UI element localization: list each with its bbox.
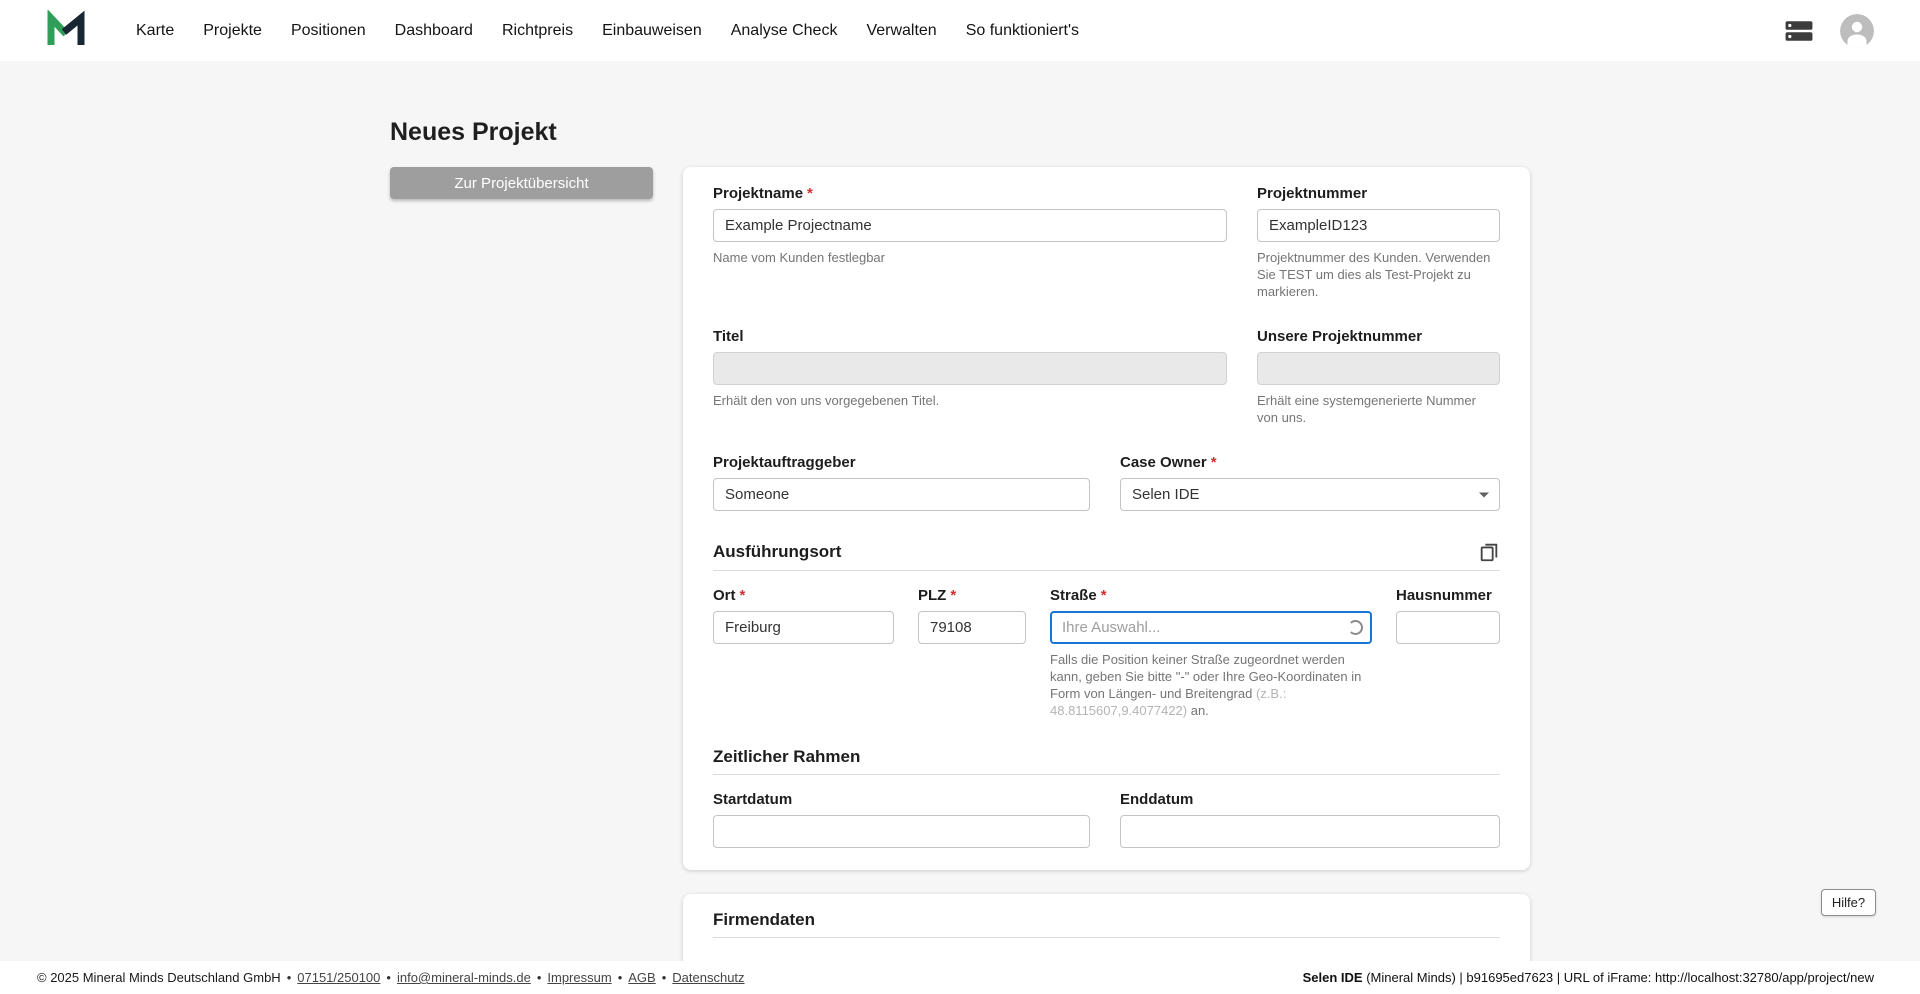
strasse-label: Straße*	[1050, 587, 1372, 604]
projektauftraggeber-input[interactable]	[713, 478, 1090, 511]
projektauftraggeber-label: Projektauftraggeber	[713, 454, 1090, 471]
enddatum-input[interactable]	[1120, 815, 1500, 848]
nav-item-projekte[interactable]: Projekte	[203, 22, 262, 40]
project-overview-button[interactable]: Zur Projektübersicht	[390, 167, 653, 199]
unsere-projektnummer-label: Unsere Projektnummer	[1257, 328, 1500, 345]
server-icon[interactable]	[1784, 20, 1814, 42]
unsere-projektnummer-helper: Erhält eine systemgenerierte Nummer von …	[1257, 392, 1500, 426]
required-asterisk: *	[740, 587, 746, 604]
footer-link-datenschutz[interactable]: Datenschutz	[672, 970, 744, 985]
required-asterisk: *	[950, 587, 956, 604]
footer-user: Selen IDE	[1303, 970, 1363, 985]
section-ausfuehrungsort: Ausführungsort	[713, 541, 1500, 571]
firmendaten-card: Firmendaten	[683, 894, 1530, 961]
section-zeitlicher-rahmen: Zeitlicher Rahmen	[713, 747, 1500, 775]
case-owner-value: Selen IDE	[1132, 486, 1200, 503]
footer: © 2025 Mineral Minds Deutschland GmbH • …	[0, 961, 1920, 994]
field-hausnummer: Hausnummer	[1396, 587, 1500, 719]
chevron-down-icon	[1479, 492, 1489, 497]
footer-link-email[interactable]: info@mineral-minds.de	[397, 970, 531, 985]
field-titel: Titel Erhält den von uns vorgegebenen Ti…	[713, 328, 1227, 426]
projektnummer-input[interactable]	[1257, 209, 1500, 242]
projektname-helper: Name vom Kunden festlegbar	[713, 249, 1227, 266]
loading-spinner-icon	[1348, 620, 1363, 635]
section-firmendaten: Firmendaten	[713, 910, 1500, 938]
nav-item-positionen[interactable]: Positionen	[291, 22, 366, 40]
case-owner-select[interactable]: Selen IDE	[1120, 478, 1500, 511]
footer-session-info: Selen IDE (Mineral Minds) | b91695ed7623…	[1303, 970, 1874, 985]
field-projektauftraggeber: Projektauftraggeber	[713, 454, 1090, 511]
required-asterisk: *	[1211, 454, 1217, 471]
section-title-ausfuehrungsort: Ausführungsort	[713, 542, 841, 562]
titel-label: Titel	[713, 328, 1227, 345]
copy-address-button[interactable]	[1478, 541, 1500, 563]
projektnummer-helper: Projektnummer des Kunden. Verwenden Sie …	[1257, 249, 1500, 300]
plz-label: PLZ*	[918, 587, 1026, 604]
nav-item-richtpreis[interactable]: Richtpreis	[502, 22, 573, 40]
footer-link-phone[interactable]: 07151/250100	[297, 970, 380, 985]
titel-input	[713, 352, 1227, 385]
field-enddatum: Enddatum	[1120, 791, 1500, 848]
enddatum-label: Enddatum	[1120, 791, 1500, 808]
strasse-input[interactable]	[1050, 611, 1372, 644]
nav-item-dashboard[interactable]: Dashboard	[395, 22, 473, 40]
case-owner-label: Case Owner*	[1120, 454, 1500, 471]
project-form-card: Projektname* Name vom Kunden festlegbar …	[683, 167, 1530, 870]
section-title-firmendaten: Firmendaten	[713, 910, 815, 930]
navbar: Karte Projekte Positionen Dashboard Rich…	[0, 0, 1920, 61]
field-startdatum: Startdatum	[713, 791, 1090, 848]
user-avatar[interactable]	[1840, 14, 1874, 48]
field-projektnummer: Projektnummer Projektnummer des Kunden. …	[1257, 185, 1500, 300]
titel-helper: Erhält den von uns vorgegebenen Titel.	[713, 392, 1227, 409]
nav-item-karte[interactable]: Karte	[136, 22, 174, 40]
ort-input[interactable]	[713, 611, 894, 644]
projektnummer-label: Projektnummer	[1257, 185, 1500, 202]
footer-link-impressum[interactable]: Impressum	[547, 970, 611, 985]
startdatum-label: Startdatum	[713, 791, 1090, 808]
plz-input[interactable]	[918, 611, 1026, 644]
footer-meta: (Mineral Minds) | b91695ed7623 | URL of …	[1363, 970, 1874, 985]
section-title-zeitlicher-rahmen: Zeitlicher Rahmen	[713, 747, 860, 767]
field-case-owner: Case Owner* Selen IDE	[1120, 454, 1500, 511]
footer-link-agb[interactable]: AGB	[628, 970, 655, 985]
app-logo[interactable]	[46, 10, 86, 52]
main-content: Neues Projekt Zur Projektübersicht Proje…	[0, 61, 1920, 961]
field-ort: Ort*	[713, 587, 894, 719]
required-asterisk: *	[807, 185, 813, 202]
required-asterisk: *	[1101, 587, 1107, 604]
copy-icon	[1478, 541, 1500, 563]
nav-item-verwalten[interactable]: Verwalten	[866, 22, 936, 40]
strasse-helper: Falls die Position keiner Straße zugeord…	[1050, 651, 1372, 719]
nav-item-einbauweisen[interactable]: Einbauweisen	[602, 22, 702, 40]
navbar-actions	[1784, 14, 1874, 48]
footer-separator: •	[287, 970, 292, 985]
footer-separator: •	[662, 970, 667, 985]
field-projektname: Projektname* Name vom Kunden festlegbar	[713, 185, 1227, 300]
footer-separator: •	[386, 970, 391, 985]
startdatum-input[interactable]	[713, 815, 1090, 848]
logo-icon	[46, 10, 86, 52]
nav-item-analyse-check[interactable]: Analyse Check	[731, 22, 838, 40]
ort-label: Ort*	[713, 587, 894, 604]
hausnummer-label: Hausnummer	[1396, 587, 1500, 604]
help-button[interactable]: Hilfe?	[1821, 889, 1876, 916]
person-icon	[1840, 14, 1874, 48]
unsere-projektnummer-input	[1257, 352, 1500, 385]
field-plz: PLZ*	[918, 587, 1026, 719]
field-strasse: Straße* Falls die Position keiner Straße…	[1050, 587, 1372, 719]
page-title: Neues Projekt	[390, 118, 1530, 147]
footer-left: © 2025 Mineral Minds Deutschland GmbH • …	[37, 970, 745, 985]
hausnummer-input[interactable]	[1396, 611, 1500, 644]
copyright-text: © 2025 Mineral Minds Deutschland GmbH	[37, 970, 281, 985]
projektname-input[interactable]	[713, 209, 1227, 242]
footer-separator: •	[537, 970, 542, 985]
field-unsere-projektnummer: Unsere Projektnummer Erhält eine systemg…	[1257, 328, 1500, 426]
nav-item-so-funktionierts[interactable]: So funktioniert's	[966, 22, 1079, 40]
projektname-label: Projektname*	[713, 185, 1227, 202]
main-nav: Karte Projekte Positionen Dashboard Rich…	[136, 22, 1079, 40]
footer-separator: •	[618, 970, 623, 985]
